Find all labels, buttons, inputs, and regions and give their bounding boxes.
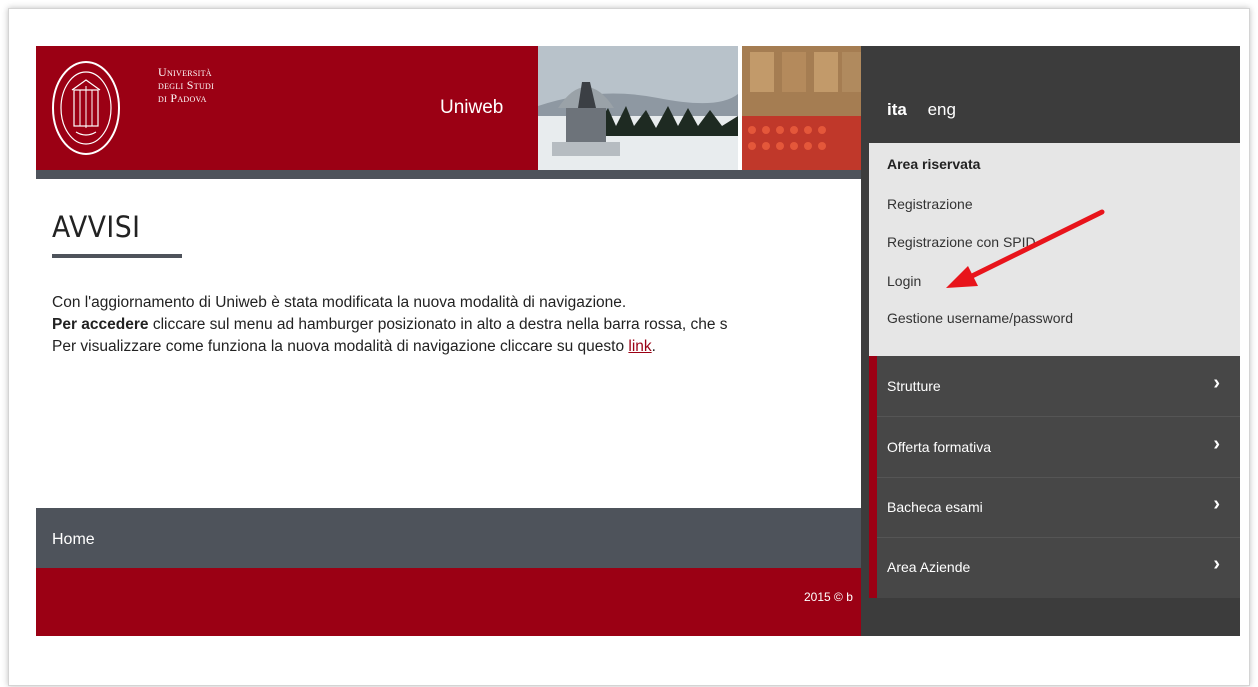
annotation-arrow-icon: [946, 209, 1105, 288]
